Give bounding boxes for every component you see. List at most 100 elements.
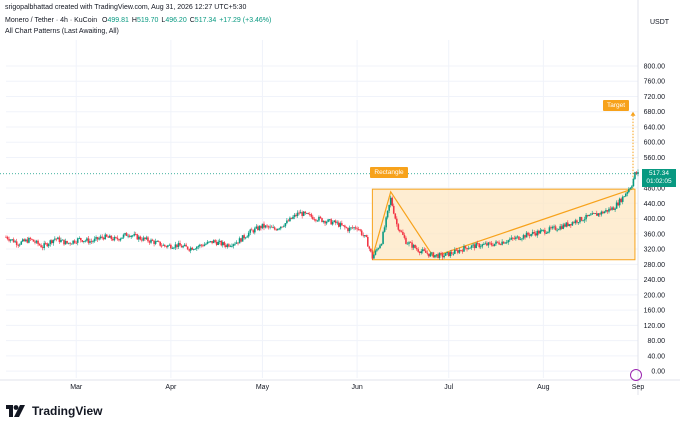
candle-body: [57, 237, 59, 240]
brand-name: TradingView: [32, 404, 103, 418]
candle-body: [307, 212, 310, 215]
candle-body: [44, 243, 47, 245]
candle-body: [269, 226, 271, 228]
candle-body: [371, 251, 374, 259]
candle-body: [489, 242, 491, 244]
time-tick-label: Mar: [70, 384, 83, 391]
candle-body: [512, 237, 514, 239]
candle-body: [105, 234, 108, 237]
candle-body: [151, 239, 154, 241]
candle-body: [301, 212, 303, 216]
price-tick-label: 360.00: [644, 231, 666, 238]
candle-body: [342, 225, 345, 227]
candle-body: [80, 237, 82, 241]
candle-body: [583, 219, 586, 221]
candle-body: [594, 213, 597, 215]
candle-body: [90, 241, 93, 242]
candle-body: [618, 198, 621, 206]
candle-body: [368, 246, 371, 249]
candle-body: [50, 240, 53, 244]
candle-body: [200, 244, 203, 246]
candle-body: [67, 242, 70, 244]
candle-body: [394, 213, 397, 219]
candle-body: [382, 231, 384, 244]
candle-body: [11, 239, 13, 241]
clock-icon[interactable]: [630, 369, 642, 381]
candle-body: [592, 213, 595, 214]
candle-body: [570, 224, 572, 226]
candle-body: [420, 251, 423, 254]
price-tick-label: 200.00: [644, 292, 666, 299]
candle-body: [96, 237, 99, 240]
candle-body: [411, 242, 413, 248]
rectangle-label: Rectangle: [370, 167, 408, 179]
candle-body: [173, 247, 175, 249]
candle-body: [457, 250, 459, 253]
candle-body: [461, 250, 464, 252]
candle-body: [345, 227, 348, 229]
candle-body: [40, 245, 42, 248]
candle-body: [310, 214, 313, 217]
candle-body: [133, 234, 136, 236]
currency-label[interactable]: USDT: [650, 19, 669, 26]
symbol-name[interactable]: Monero / Tether · 4h · KuCoin: [5, 17, 97, 24]
candle-body: [87, 238, 90, 243]
candle-body: [432, 252, 435, 258]
candle-body: [333, 220, 336, 223]
candle-body: [66, 240, 68, 244]
price-tick-label: 120.00: [644, 323, 666, 330]
candle-body: [237, 242, 239, 244]
candle-body: [322, 220, 325, 222]
candle-body: [244, 237, 247, 239]
candle-body: [603, 211, 606, 214]
rectangle-pattern: [371, 111, 636, 261]
candle-body: [76, 238, 79, 243]
candle-body: [440, 253, 442, 254]
candle-body: [450, 252, 453, 254]
candle-body: [156, 241, 158, 242]
price-tick-label: 400.00: [644, 216, 666, 223]
candle-body: [334, 220, 337, 224]
candle-body: [388, 204, 390, 211]
candle-body: [515, 237, 517, 239]
candle-body: [257, 226, 259, 231]
price-chart[interactable]: 0.00 40.00 80.00 120.00 160.00 200.00 240.00 28…: [0, 0, 680, 428]
candle-body: [131, 235, 134, 237]
price-tick-label: 40.00: [647, 353, 665, 360]
candle-body: [185, 244, 187, 247]
candle-body: [466, 247, 468, 250]
candle-body: [150, 239, 152, 243]
candle-body: [330, 219, 332, 225]
candle-body: [499, 244, 502, 246]
candle-body: [423, 249, 426, 251]
candle-body: [107, 236, 110, 238]
candle-body: [481, 244, 484, 247]
indicator-label[interactable]: All Chart Patterns (Last Awaiting, All): [5, 28, 119, 35]
price-axis[interactable]: 0.00 40.00 80.00 120.00 160.00 200.00 240.00 28…: [644, 63, 666, 375]
candle-body: [60, 239, 62, 243]
candle-body: [588, 214, 590, 217]
candle-body: [113, 237, 116, 241]
candle-body: [47, 244, 50, 247]
candle-body: [336, 222, 339, 224]
candle-body: [255, 226, 258, 229]
candle-body: [452, 253, 455, 255]
candle-body: [72, 240, 74, 244]
candle-body: [252, 230, 255, 233]
candle-body: [589, 214, 592, 216]
candle-body: [20, 241, 23, 245]
candle-body: [194, 248, 197, 250]
candle-body: [319, 216, 322, 219]
candle-body: [608, 208, 610, 212]
candle-body: [437, 254, 439, 258]
time-tick-label: Aug: [537, 384, 550, 391]
time-tick-label: Sep: [632, 384, 645, 391]
candle-body: [159, 241, 161, 246]
candle-body: [95, 237, 97, 239]
candle-body: [21, 239, 24, 242]
candle-body: [15, 241, 18, 245]
candle-body: [586, 214, 589, 217]
time-axis[interactable]: Mar Apr May Jun Jul Aug Sep: [70, 384, 644, 391]
candle-body: [179, 242, 181, 246]
candle-body: [516, 236, 519, 238]
